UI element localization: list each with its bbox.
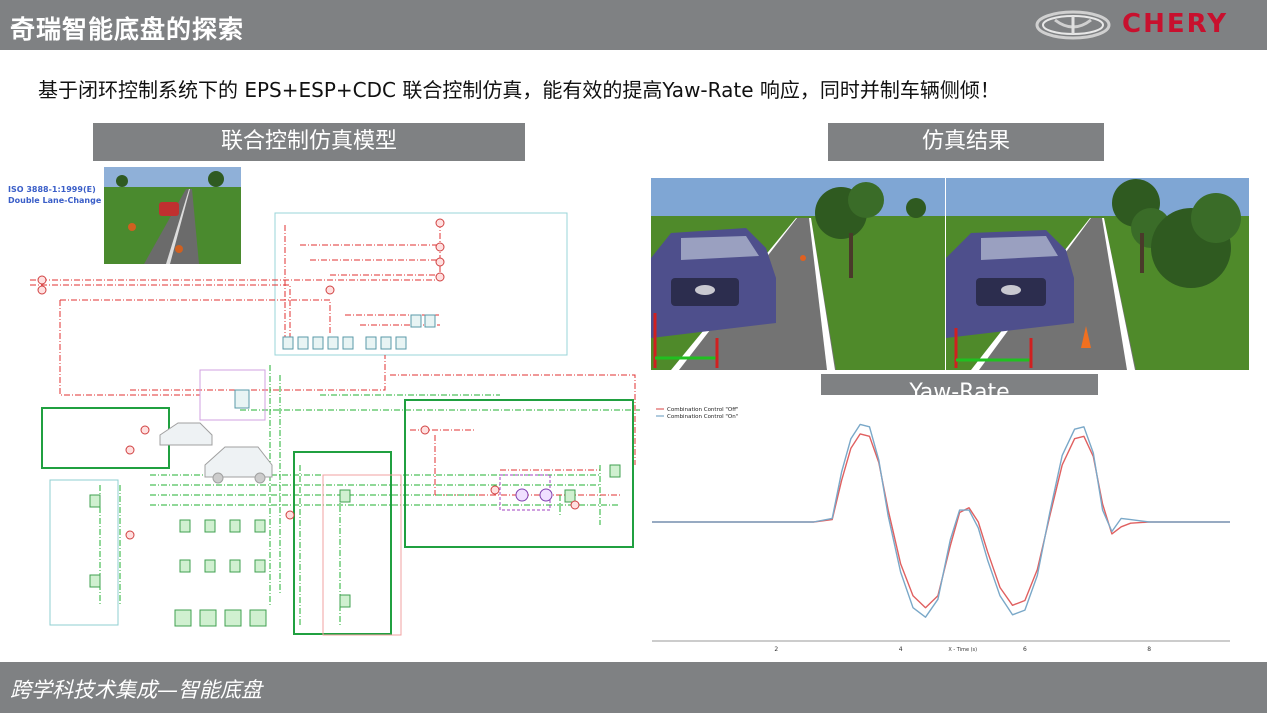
chery-emblem-icon xyxy=(1035,10,1111,40)
x-axis-label: X - Time (s) xyxy=(948,647,977,653)
series-line-on xyxy=(652,423,1230,618)
page-title: 奇瑞智能底盘的探索 xyxy=(10,15,245,44)
legend-label: Combination Control "On" xyxy=(667,414,738,420)
chery-wordmark: CHERY xyxy=(1122,9,1229,39)
headline-text: 基于闭环控制系统下的 EPS+ESP+CDC 联合控制仿真，能有效的提高Yaw-… xyxy=(38,78,1000,102)
results-section-label: 仿真结果 xyxy=(828,123,1104,161)
simulation-frame-off xyxy=(651,178,945,370)
model-section-label: 联合控制仿真模型 xyxy=(93,123,525,161)
x-tick-label: 2 xyxy=(774,646,778,653)
title-bar: 奇瑞智能底盘的探索 CHERY xyxy=(0,0,1267,50)
footer-bar: 跨学科技术集成—智能底盘 xyxy=(0,662,1267,713)
yaw-rate-chart: 2 4 6 8 X - Time (s) Combination Control "Off… xyxy=(650,395,1242,657)
footer-text: 跨学科技术集成—智能底盘 xyxy=(10,678,262,702)
x-tick-label: 8 xyxy=(1147,646,1151,653)
simulation-model-diagram: ISO 3888-1:1999(E) Double Lane-Change xyxy=(0,165,645,655)
x-tick-label: 4 xyxy=(899,646,903,653)
chery-logo: CHERY xyxy=(1035,8,1257,42)
schematic-lines xyxy=(30,212,640,636)
x-tick-label: 6 xyxy=(1023,646,1027,653)
simulation-frame-on xyxy=(946,178,1249,370)
legend-label: Combination Control "Off" xyxy=(667,407,739,413)
